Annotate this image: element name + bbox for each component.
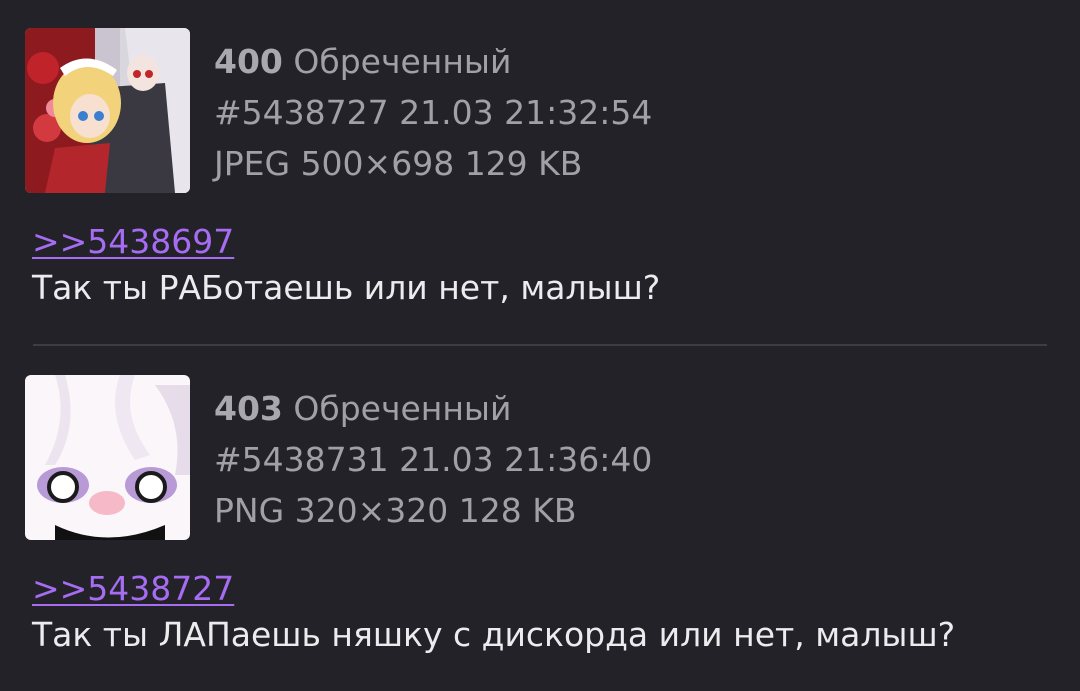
reply-link[interactable]: >>5438697 — [32, 220, 234, 264]
reply-link[interactable]: >>5438727 — [32, 567, 234, 611]
post-date: 21.03 — [399, 440, 494, 479]
post-meta: 400 Обреченный #5438727 21.03 21:32:54 J… — [214, 36, 652, 189]
post-id-line: #5438727 21.03 21:32:54 — [214, 87, 652, 138]
file-dims: 500×698 — [300, 144, 455, 183]
post-date: 21.03 — [399, 93, 494, 132]
poster-name: Обреченный — [293, 389, 512, 428]
post-time: 21:36:40 — [504, 440, 653, 479]
anime-face-thumbnail-image — [25, 375, 190, 540]
post-meta: 403 Обреченный #5438731 21.03 21:36:40 P… — [214, 383, 652, 536]
post-thumbnail[interactable] — [25, 28, 190, 193]
post-thumbnail[interactable] — [25, 375, 190, 540]
post-id[interactable]: #5438727 — [214, 93, 389, 132]
post-id-line: #5438731 21.03 21:36:40 — [214, 434, 652, 485]
file-size: 129 KB — [464, 144, 583, 183]
file-info-line: JPEG 500×698 129 KB — [214, 138, 652, 189]
file-type: PNG — [214, 491, 285, 530]
poster-name: Обреченный — [293, 42, 512, 81]
post-number[interactable]: 400 — [214, 42, 283, 81]
post-text: Так ты ЛАПаешь няшку с дискорда или нет,… — [32, 615, 956, 654]
file-type: JPEG — [214, 144, 291, 183]
file-dims: 320×320 — [294, 491, 449, 530]
file-size: 128 KB — [458, 491, 577, 530]
post-number[interactable]: 403 — [214, 389, 283, 428]
post-divider — [33, 344, 1047, 346]
file-info-line: PNG 320×320 128 KB — [214, 485, 652, 536]
post-id[interactable]: #5438731 — [214, 440, 389, 479]
post-header-line: 400 Обреченный — [214, 36, 652, 87]
post-time: 21:32:54 — [504, 93, 653, 132]
post-header-line: 403 Обреченный — [214, 383, 652, 434]
anime-art-thumbnail-image — [25, 28, 190, 193]
post-text: Так ты РАБотаешь или нет, малыш? — [32, 268, 661, 307]
